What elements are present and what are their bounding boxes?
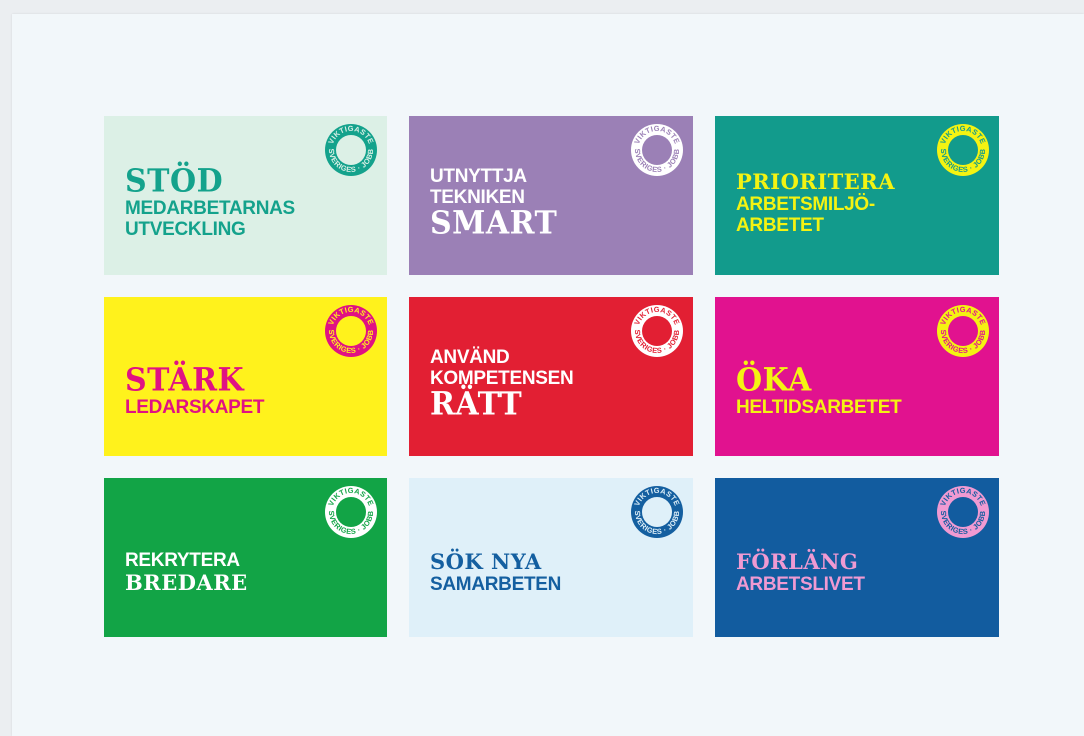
priority-card-6[interactable]: ÖKA HELTIDSARBETET VIKTIGASTE SVERIGES · JO… (715, 297, 999, 456)
priority-card-5[interactable]: ANVÄND KOMPETENSEN RÄTT VIKTIGASTE SVERIGES … (409, 297, 693, 456)
sveriges-viktigaste-jobb-badge-icon: VIKTIGASTE SVERIGES · JOBB (629, 484, 685, 540)
priority-card-2[interactable]: UTNYTTJA TEKNIKEN SMART VIKTIGASTE SVERIGES … (409, 116, 693, 275)
card-text-line: LEDARSKAPET (125, 397, 265, 418)
sveriges-viktigaste-jobb-badge-icon: VIKTIGASTE SVERIGES · JOBB (935, 484, 991, 540)
sveriges-viktigaste-jobb-badge-icon: VIKTIGASTE SVERIGES · JOBB (323, 303, 379, 359)
card-text-line: BREDARE (125, 570, 248, 595)
sveriges-viktigaste-jobb-badge-icon: VIKTIGASTE SVERIGES · JOBB (323, 484, 379, 540)
card-text-line: STÄRK (125, 362, 245, 399)
card-text-line: SAMARBETEN (430, 574, 562, 595)
card-text-line: MEDARBETARNAS (125, 197, 295, 219)
card-text-line: ARBETET (736, 214, 824, 236)
priority-cards-grid: STÖD MEDARBETARNAS UTVECKLING VIKTIGASTE SVE… (104, 116, 999, 637)
card-text-line: UTVECKLING (125, 218, 246, 240)
card-text-line: RÄTT (430, 385, 523, 423)
card-text-line: SMART (430, 204, 558, 242)
priority-card-3[interactable]: PRIORITERA ARBETSMILJÖ- ARBETET VIKTIGASTE S… (715, 116, 999, 275)
priority-card-4[interactable]: STÄRK LEDARSKAPET VIKTIGASTE SVERIGES · JOB… (104, 297, 387, 456)
card-text-line: FÖRLÄNG (736, 549, 859, 574)
card-text-line: SÖK NYA (430, 549, 542, 574)
priority-card-8[interactable]: SÖK NYA SAMARBETEN VIKTIGASTE SVERIGES · JO… (409, 478, 693, 637)
sveriges-viktigaste-jobb-badge-icon: VIKTIGASTE SVERIGES · JOBB (323, 122, 379, 178)
card-text-line: ARBETSMILJÖ- (736, 193, 875, 215)
card-text-line: HELTIDSARBETET (736, 397, 902, 418)
sveriges-viktigaste-jobb-badge-icon: VIKTIGASTE SVERIGES · JOBB (935, 303, 991, 359)
card-text-line: ARBETSLIVET (736, 574, 865, 595)
sveriges-viktigaste-jobb-badge-icon: VIKTIGASTE SVERIGES · JOBB (629, 122, 685, 178)
priority-card-9[interactable]: FÖRLÄNG ARBETSLIVET VIKTIGASTE SVERIGES · J… (715, 478, 999, 637)
sveriges-viktigaste-jobb-badge-icon: VIKTIGASTE SVERIGES · JOBB (935, 122, 991, 178)
sveriges-viktigaste-jobb-badge-icon: VIKTIGASTE SVERIGES · JOBB (629, 303, 685, 359)
priority-card-7[interactable]: REKRYTERA BREDARE VIKTIGASTE SVERIGES · JOB… (104, 478, 387, 637)
card-text-line: ÖKA (736, 362, 812, 399)
priority-card-1[interactable]: STÖD MEDARBETARNAS UTVECKLING VIKTIGASTE SVE… (104, 116, 387, 275)
card-text-line: REKRYTERA (125, 550, 240, 571)
